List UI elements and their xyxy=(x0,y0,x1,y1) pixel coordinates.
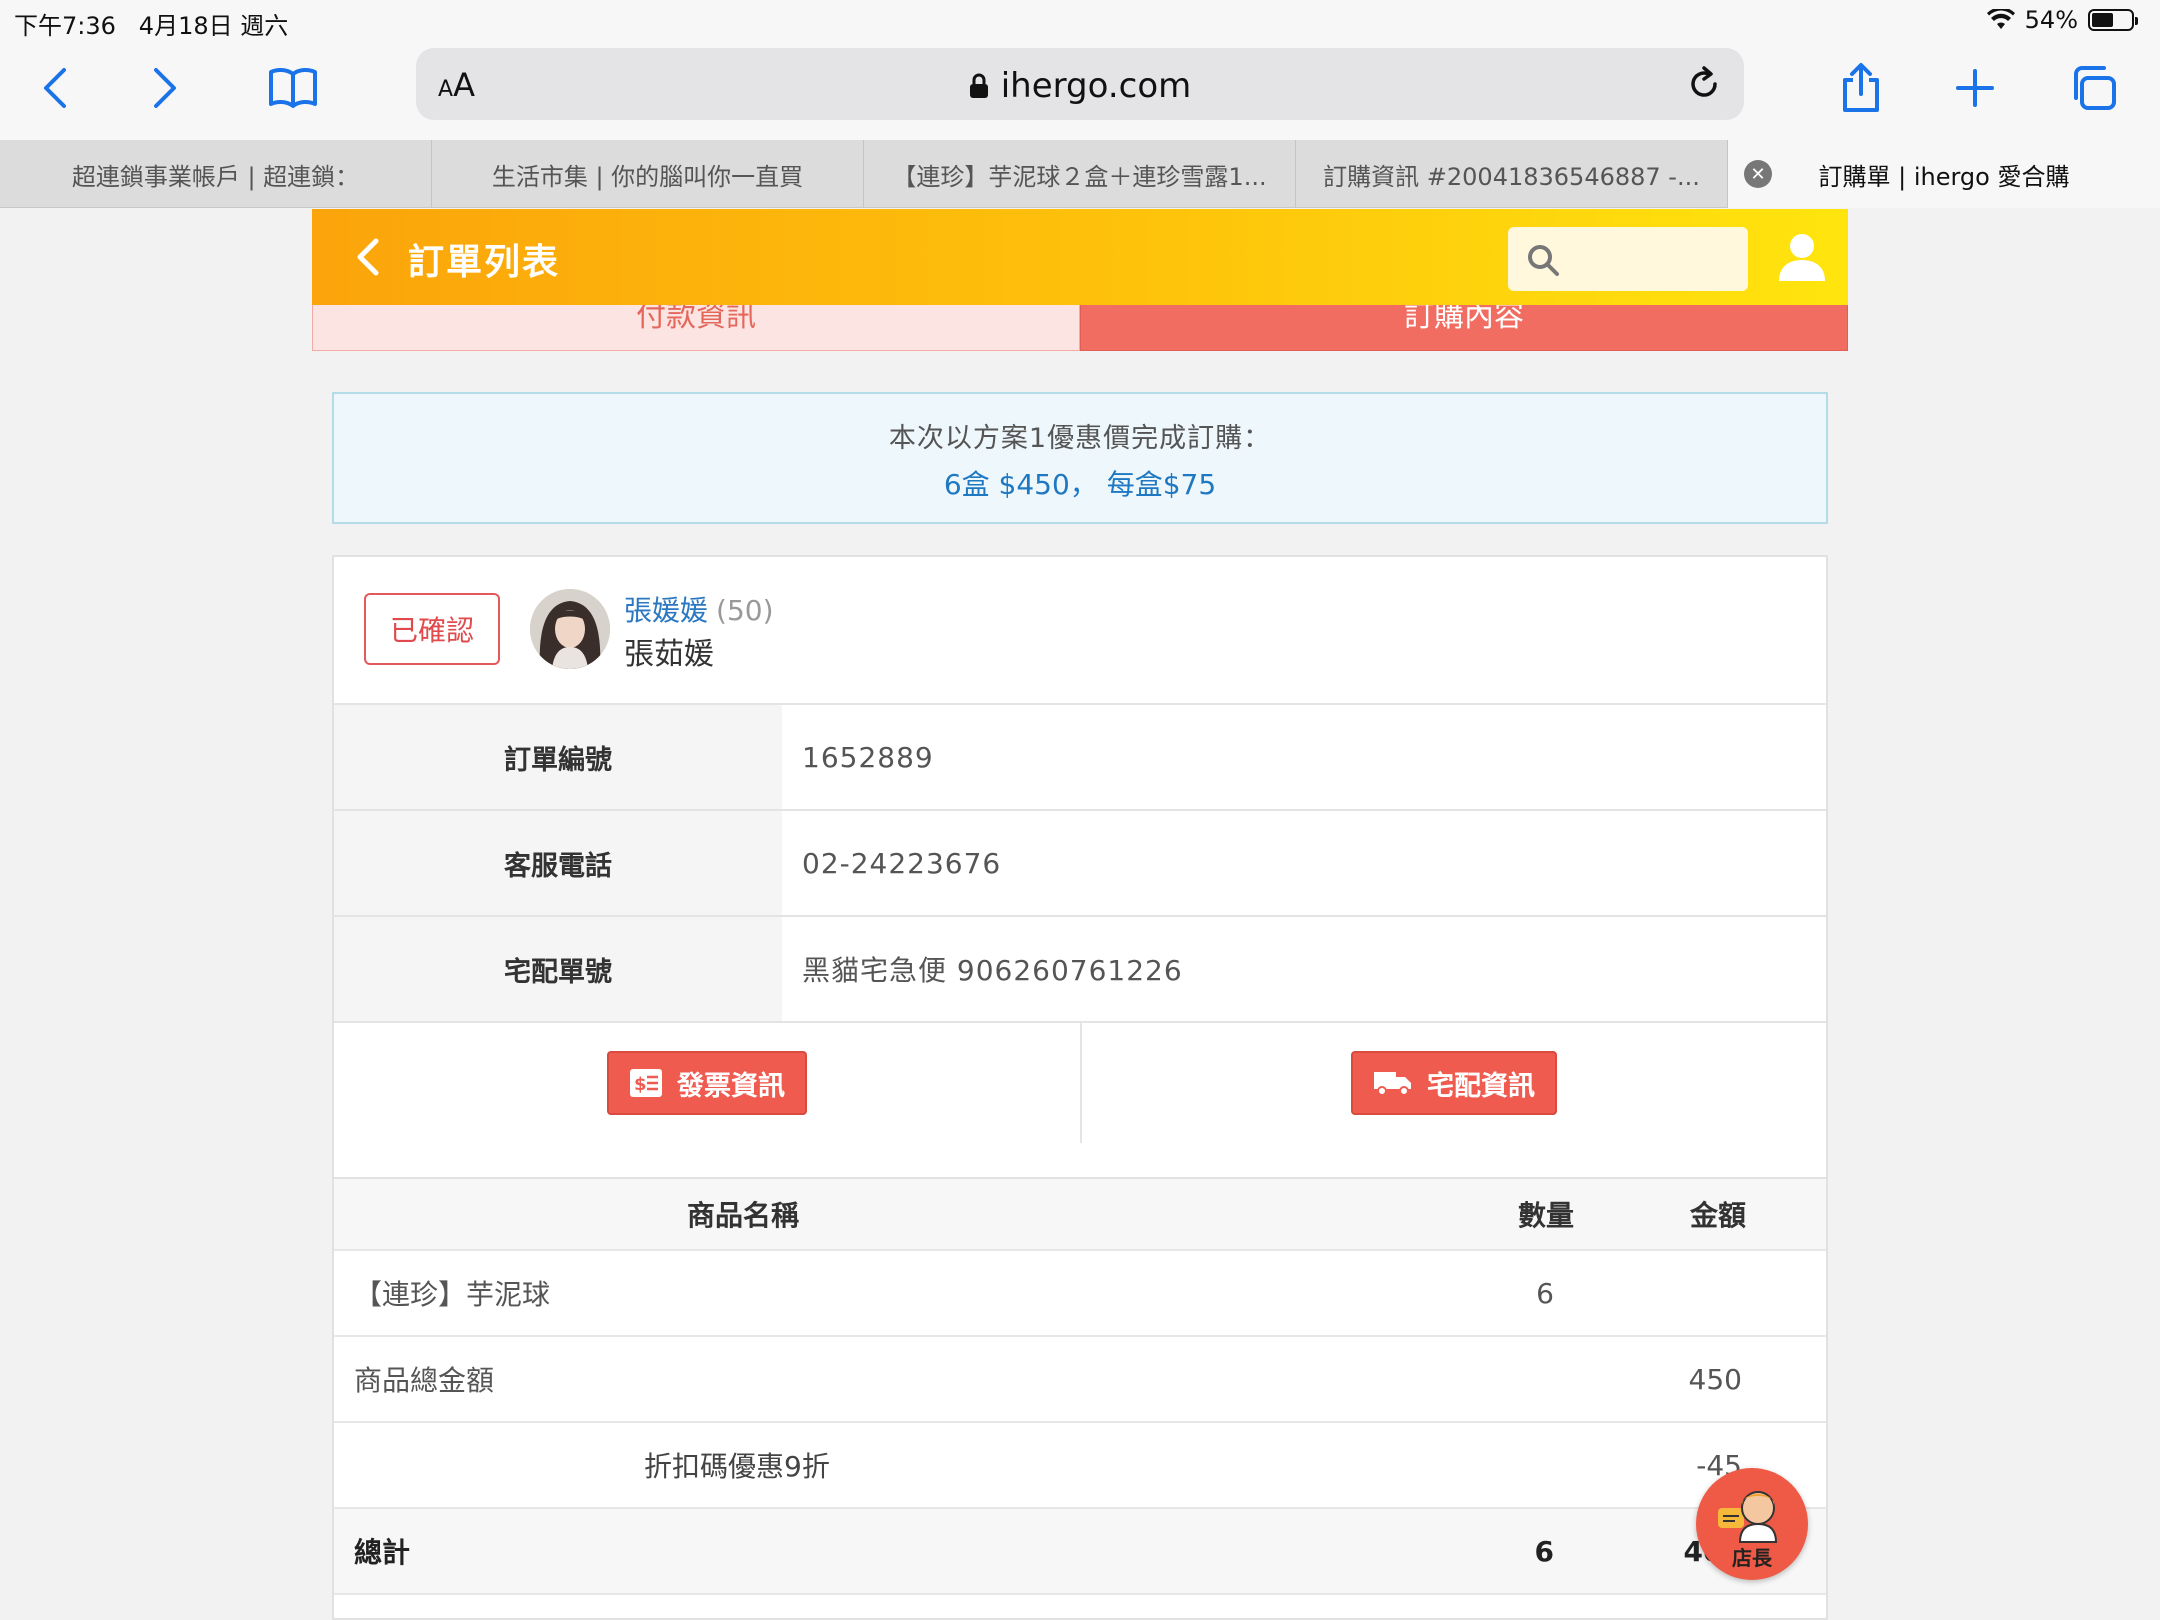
share-button[interactable] xyxy=(1826,58,1896,118)
back-arrow-icon[interactable] xyxy=(348,235,392,279)
back-button[interactable] xyxy=(20,58,90,118)
info-label: 客服電話 xyxy=(334,811,782,915)
truck-icon xyxy=(1374,1072,1411,1096)
button-cell: 宅配資訊 xyxy=(1080,1023,1826,1143)
promo-text: 本次以方案1優惠價完成訂購： xyxy=(888,423,1272,454)
page-content: 訂單列表 付款資訊 訂購內容 本次以方案1優惠價完成訂購： 6盒 $450， 每… xyxy=(0,209,2160,1620)
tab-label: 訂購內容 xyxy=(1404,305,1524,334)
tab-label: 付款資訊 xyxy=(636,305,756,334)
delivery-info-button[interactable]: 宅配資訊 xyxy=(1351,1051,1557,1115)
nickname-text: 張媛媛 xyxy=(624,594,709,627)
browser-toolbar: AA ihergo.com xyxy=(0,40,2160,140)
header-search[interactable] xyxy=(1508,227,1748,291)
store-manager-chat-button[interactable]: 店長 xyxy=(1696,1468,1808,1580)
tabs-icon xyxy=(2074,66,2116,110)
avatar-image xyxy=(530,589,610,669)
buyer-row: 已確認 張媛媛 (50) 張茹媛 xyxy=(334,557,1826,705)
battery-icon xyxy=(2088,9,2138,31)
info-row: 客服電話 02-24223676 xyxy=(334,811,1826,917)
chevron-left-icon xyxy=(44,68,66,108)
wifi-icon xyxy=(1986,9,2015,29)
info-row: 宅配單號 黑貓宅急便 906260761226 xyxy=(334,917,1826,1023)
button-label: 宅配資訊 xyxy=(1427,1070,1535,1102)
action-buttons: $ 發票資訊 宅配資訊 xyxy=(334,1023,1826,1143)
tab-label: 【連珍】芋泥球２盒＋連珍雪露1... xyxy=(892,162,1267,191)
column-header-name: 商品名稱 xyxy=(686,1199,799,1232)
invoice-icon: $ xyxy=(630,1069,662,1097)
new-tab-button[interactable] xyxy=(1940,58,2010,118)
product-name: 【連珍】芋泥球 xyxy=(354,1278,551,1311)
tab-payment-info[interactable]: 付款資訊 xyxy=(312,305,1080,351)
info-label: 訂單編號 xyxy=(334,705,782,809)
subtotal-amount: 450 xyxy=(1688,1362,1742,1396)
bookmarks-button[interactable] xyxy=(258,58,328,118)
address-bar[interactable]: AA ihergo.com xyxy=(416,48,1744,120)
product-table: 商品名稱 數量 金額 【連珍】芋泥球 6 商品總金額 450 折扣碼優惠9折 -… xyxy=(332,1177,1828,1620)
reload-icon[interactable] xyxy=(1684,64,1724,104)
total-label: 總計 xyxy=(354,1536,411,1569)
plus-icon xyxy=(1956,69,1994,107)
browser-tab[interactable]: 【連珍】芋泥球２盒＋連珍雪露1... xyxy=(864,140,1296,208)
column-header-qty: 數量 xyxy=(1517,1199,1574,1232)
browser-tab[interactable]: 超連鎖事業帳戶 | 超連鎖： xyxy=(0,140,432,208)
status-right: 54% xyxy=(1986,6,2138,34)
sub-tabs: 付款資訊 訂購內容 xyxy=(312,305,1848,351)
buyer-count: (50) xyxy=(716,594,774,627)
tabs-overview-button[interactable] xyxy=(2058,58,2128,118)
url-text: ihergo.com xyxy=(1000,66,1192,106)
status-time: 下午7:36 4月18日 週六 xyxy=(14,12,289,40)
close-tab-icon[interactable]: ✕ xyxy=(1744,160,1772,188)
browser-tab-active[interactable]: ✕ 訂購單 | ihergo 愛合購 xyxy=(1728,140,2160,208)
browser-tab[interactable]: 訂購資訊 #20041836546887 -... xyxy=(1296,140,1728,208)
total-row: 總計 6 405 xyxy=(334,1509,1826,1595)
info-row: 訂單編號 1652889 xyxy=(334,705,1826,811)
user-icon[interactable] xyxy=(1774,229,1830,285)
table-row: 折扣碼優惠9折 -45 xyxy=(334,1423,1826,1509)
tab-label: 訂購單 | ihergo 愛合購 xyxy=(1818,162,2070,191)
chevron-right-icon xyxy=(154,68,176,108)
subtotal-label: 商品總金額 xyxy=(354,1364,495,1397)
search-input[interactable] xyxy=(1572,237,1732,281)
table-header: 商品名稱 數量 金額 xyxy=(334,1179,1826,1251)
battery-level xyxy=(2092,13,2113,27)
promo-price: 6盒 $450， 每盒$75 xyxy=(943,468,1217,501)
service-phone[interactable]: 02-24223676 xyxy=(782,811,1826,915)
discount-label: 折扣碼優惠9折 xyxy=(644,1450,830,1483)
status-bar: 下午7:36 4月18日 週六 54% xyxy=(0,0,2160,40)
product-qty: 6 xyxy=(1536,1276,1554,1310)
total-qty: 6 xyxy=(1534,1534,1554,1568)
order-number: 1652889 xyxy=(802,740,934,774)
app-header: 訂單列表 xyxy=(312,209,1848,305)
store-manager-label: 店長 xyxy=(1732,1546,1772,1570)
book-icon xyxy=(269,67,317,108)
tab-label: 訂購資訊 #20041836546887 -... xyxy=(1323,162,1700,191)
url-display[interactable]: ihergo.com xyxy=(416,66,1744,106)
share-icon xyxy=(1843,63,1879,112)
promo-box: 本次以方案1優惠價完成訂購： 6盒 $450， 每盒$75 xyxy=(332,392,1828,524)
table-row: 【連珍】芋泥球 6 xyxy=(334,1251,1826,1337)
buyer-name: 張茹媛 xyxy=(624,637,714,672)
tab-label: 生活市集 | 你的腦叫你一直買 xyxy=(491,162,804,191)
browser-tab[interactable]: 生活市集 | 你的腦叫你一直買 xyxy=(432,140,864,208)
search-icon xyxy=(1528,245,1559,276)
lock-icon xyxy=(969,73,988,98)
forward-button[interactable] xyxy=(130,58,200,118)
status-badge: 已確認 xyxy=(364,593,500,665)
buyer-nickname[interactable]: 張媛媛 (50) xyxy=(624,589,774,629)
battery-percent: 54% xyxy=(2024,6,2078,34)
column-header-amount: 金額 xyxy=(1689,1199,1746,1232)
tab-bar: 超連鎖事業帳戶 | 超連鎖： 生活市集 | 你的腦叫你一直買 【連珍】芋泥球２盒… xyxy=(0,140,2160,208)
tracking-number: 黑貓宅急便 906260761226 xyxy=(802,954,1183,987)
tab-label: 超連鎖事業帳戶 | 超連鎖： xyxy=(71,162,360,191)
page-title: 訂單列表 xyxy=(408,242,561,283)
table-row: 商品總金額 450 xyxy=(334,1337,1826,1423)
svg-text:$: $ xyxy=(634,1074,647,1095)
button-label: 發票資訊 xyxy=(677,1070,785,1102)
invoice-info-button[interactable]: $ 發票資訊 xyxy=(607,1051,807,1115)
info-label: 宅配單號 xyxy=(334,917,782,1021)
button-cell: $ 發票資訊 xyxy=(334,1023,1080,1143)
avatar[interactable] xyxy=(530,589,610,669)
tab-order-content[interactable]: 訂購內容 xyxy=(1080,305,1848,351)
